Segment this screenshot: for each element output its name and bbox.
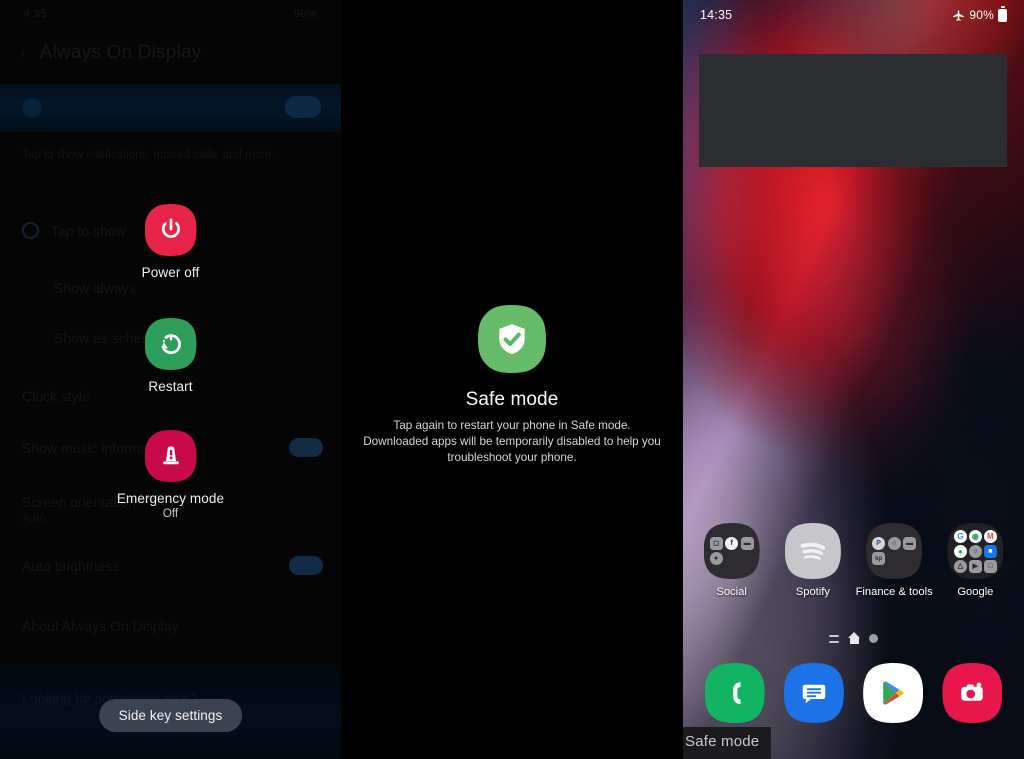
shield-check-icon [478, 305, 546, 373]
emergency-mode-status: Off [162, 508, 179, 520]
app-mini-keep: □ [984, 560, 997, 573]
left-panel-power-menu: 4:35 90% ‹ Always On Display Tap to show… [0, 0, 341, 759]
right-panel-home-screen: 14:35 90% ◻ f ▬ ● Social Spotify P ○ ▬ k… [683, 0, 1024, 759]
app-mini-drive: △ [954, 560, 967, 573]
home-status-bar: 14:35 90% [683, 0, 1024, 30]
safe-mode-prompt[interactable]: Safe mode Tap again to restart your phon… [341, 305, 683, 466]
app-mini-google: G [954, 530, 967, 543]
safe-mode-description: Tap again to restart your phone in Safe … [363, 419, 661, 464]
power-off-button[interactable]: Power off [0, 204, 341, 280]
power-off-label: Power off [141, 265, 200, 280]
folder-google[interactable]: G ◉ M ● ○ ■ △ ▶ □ Google [939, 523, 1011, 598]
battery-full-icon [998, 6, 1007, 22]
home-dock [683, 663, 1024, 723]
phone-icon[interactable] [705, 663, 765, 723]
folder-label: Google [957, 586, 994, 598]
app-spotify[interactable]: Spotify [777, 523, 849, 598]
restart-label: Restart [148, 379, 193, 394]
page-dot[interactable] [869, 634, 878, 643]
app-mini-linkedin: ▬ [741, 537, 754, 550]
app-mini-assistant: ○ [969, 545, 982, 558]
app-mini-reddit: ● [710, 552, 723, 565]
app-mini-keepass: kp [872, 552, 885, 565]
messages-icon[interactable] [784, 663, 844, 723]
list-icon[interactable] [829, 634, 839, 643]
camera-icon[interactable] [942, 663, 1002, 723]
home-page-indicators[interactable] [683, 631, 1024, 644]
app-mini-chrome: ◉ [969, 530, 982, 543]
folder-finance-and-tools[interactable]: P ○ ▬ kp Finance & tools [855, 523, 933, 598]
app-mini-gmail: M [984, 530, 997, 543]
screenshot-stage: 4:35 90% ‹ Always On Display Tap to show… [0, 0, 1024, 759]
widget-placeholder-box [699, 54, 1007, 167]
app-mini-wallet: ▬ [903, 537, 916, 550]
folder-icon-social: ◻ f ▬ ● [704, 523, 760, 579]
app-label: Spotify [795, 586, 830, 598]
emergency-mode-button[interactable]: Emergency mode Off [0, 430, 341, 520]
middle-panel-safe-mode: Safe mode Tap again to restart your phon… [341, 0, 683, 759]
folder-social[interactable]: ◻ f ▬ ● Social [696, 523, 768, 598]
app-mini-bank: ○ [888, 537, 901, 550]
app-mini-paypal: P [872, 537, 885, 550]
folder-icon-google: G ◉ M ● ○ ■ △ ▶ □ [947, 523, 1003, 579]
play-store-icon[interactable] [863, 663, 923, 723]
app-mini-maps: ● [954, 545, 967, 558]
power-icon [145, 204, 197, 256]
folder-label: Social [716, 586, 747, 598]
emergency-beacon-icon [145, 430, 197, 482]
restart-button[interactable]: Restart [0, 318, 341, 394]
app-mini-meet: ■ [984, 545, 997, 558]
status-bar-indicators: 90% [952, 6, 1007, 22]
folder-label: Finance & tools [855, 586, 933, 598]
safe-mode-badge: Safe mode [683, 727, 772, 759]
airplane-mode-icon [953, 9, 965, 21]
folder-icon-finance: P ○ ▬ kp [866, 523, 922, 579]
app-mini-youtube: ▶ [969, 560, 982, 573]
app-mini-facebook: f [725, 537, 738, 550]
safe-mode-title: Safe mode [465, 389, 559, 410]
home-folder-row: ◻ f ▬ ● Social Spotify P ○ ▬ kp Finance … [683, 523, 1024, 598]
status-bar-clock: 14:35 [700, 8, 733, 22]
app-mini-instagram: ◻ [710, 537, 723, 550]
side-key-settings-button[interactable]: Side key settings [98, 699, 243, 732]
power-menu-overlay: Power off Restart Emergency mode Off Sid… [0, 0, 341, 759]
battery-percent-label: 90% [969, 8, 994, 22]
spotify-icon [785, 523, 841, 579]
emergency-mode-label: Emergency mode [116, 491, 225, 506]
restart-icon [145, 318, 197, 370]
